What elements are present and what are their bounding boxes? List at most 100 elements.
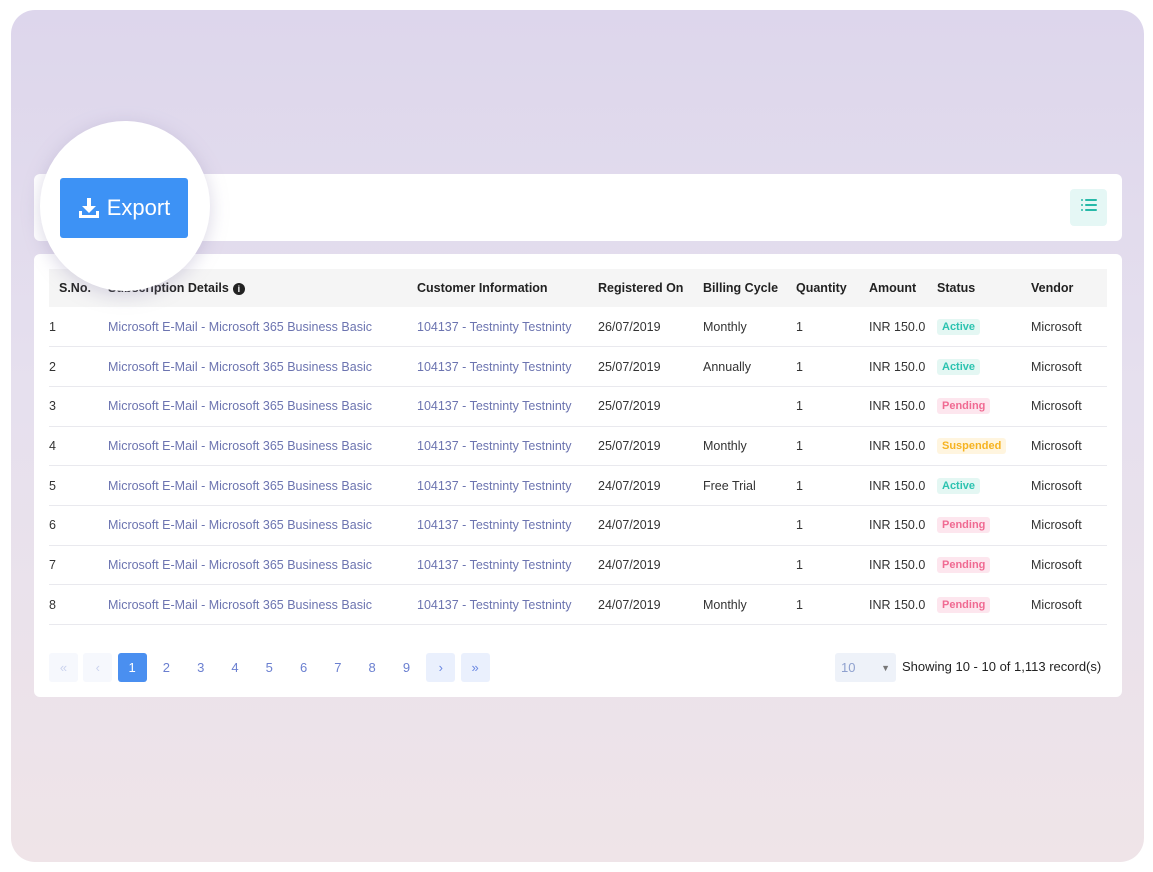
cell-registered-on: 25/07/2019	[598, 386, 703, 426]
cell-amount: INR 150.0	[869, 545, 937, 585]
table-row: 7 Microsoft E-Mail - Microsoft 365 Busine…	[49, 545, 1107, 585]
cell-sno: 3	[49, 386, 99, 426]
cell-customer-link[interactable]: 104137 - Testninty Testninty	[417, 399, 572, 413]
previous-page-button[interactable]: ‹	[83, 653, 113, 682]
table-row: 6 Microsoft E-Mail - Microsoft 365 Busine…	[49, 505, 1107, 546]
page-button-9[interactable]: 9	[392, 653, 421, 682]
cell-quantity: 1	[796, 438, 803, 453]
last-page-button[interactable]: »	[460, 653, 490, 682]
cell-registered-on: 24/07/2019	[598, 597, 661, 612]
page-button-1[interactable]: 1	[117, 653, 147, 682]
cell-customer-link[interactable]: 104137 - Testninty Testninty	[417, 598, 572, 612]
cell-vendor: Microsoft	[1031, 597, 1082, 612]
cell-customer-link[interactable]: 104137 - Testninty Testninty	[417, 439, 572, 453]
table-row: 3 Microsoft E-Mail - Microsoft 365 Busine…	[49, 386, 1107, 427]
cell-subscription-link[interactable]: Microsoft E-Mail - Microsoft 365 Busines…	[108, 558, 372, 572]
cell-vendor: Microsoft	[1031, 319, 1082, 334]
cell-customer: 104137 - Testninty Testninty	[417, 347, 598, 387]
pagination: « ‹ 123456789 › »	[49, 653, 495, 682]
status-badge: Pending	[937, 398, 991, 415]
next-page-button[interactable]: ›	[426, 653, 456, 682]
first-page-button[interactable]: «	[49, 653, 78, 682]
column-header-billing[interactable]: Billing Cycle	[703, 269, 796, 307]
column-header-registered[interactable]: Registered On	[598, 269, 703, 307]
cell-subscription-link[interactable]: Microsoft E-Mail - Microsoft 365 Busines…	[108, 399, 372, 413]
cell-customer-link[interactable]: 104137 - Testninty Testninty	[417, 479, 572, 493]
cell-subscription-link[interactable]: Microsoft E-Mail - Microsoft 365 Busines…	[108, 439, 372, 453]
export-button[interactable]: Export	[60, 178, 188, 238]
cell-customer-link[interactable]: 104137 - Testninty Testninty	[417, 320, 572, 334]
cell-sno: 6	[49, 518, 56, 533]
cell-vendor: Microsoft	[1031, 478, 1082, 493]
page-button-3[interactable]: 3	[186, 653, 215, 682]
cell-subscription-link[interactable]: Microsoft E-Mail - Microsoft 365 Busines…	[108, 479, 372, 493]
cell-quantity: 1	[796, 466, 869, 506]
cell-customer: 104137 - Testninty Testninty	[417, 505, 598, 545]
cell-customer-link[interactable]: 104137 - Testninty Testninty	[417, 518, 572, 532]
cell-registered-on: 24/07/2019	[598, 557, 661, 572]
cell-customer: 104137 - Testninty Testninty	[417, 545, 598, 585]
cell-subscription-link[interactable]: Microsoft E-Mail - Microsoft 365 Busines…	[108, 360, 372, 374]
cell-registered-on: 24/07/2019	[598, 545, 703, 585]
cell-registered-on: 25/07/2019	[598, 438, 661, 453]
cell-status: Pending	[937, 505, 1031, 545]
page-button-6[interactable]: 6	[289, 653, 318, 682]
column-header-quantity[interactable]: Quantity	[796, 269, 869, 307]
page-button-2[interactable]: 2	[152, 653, 181, 682]
cell-subscription-link[interactable]: Microsoft E-Mail - Microsoft 365 Busines…	[108, 598, 372, 612]
cell-sno: 5	[49, 466, 99, 506]
cell-quantity: 1	[796, 518, 803, 533]
info-icon[interactable]: i	[232, 282, 245, 295]
page-button-4[interactable]: 4	[220, 653, 249, 682]
subscriptions-table: S.No. Subscription Details i Customer Inf…	[49, 269, 1107, 625]
page-button-8[interactable]: 8	[358, 653, 387, 682]
cell-billing-cycle: Free Trial	[703, 478, 756, 493]
column-header-status[interactable]: Status	[937, 269, 1031, 307]
cell-vendor: Microsoft	[1031, 347, 1107, 387]
cell-subscription-link[interactable]: Microsoft E-Mail - Microsoft 365 Busines…	[108, 518, 372, 532]
cell-amount: INR 150.0	[869, 399, 926, 414]
download-icon	[78, 198, 99, 218]
page-button-5[interactable]: 5	[255, 653, 284, 682]
cell-amount: INR 150.0	[869, 426, 937, 466]
cell-quantity: 1	[796, 359, 803, 374]
cell-quantity: 1	[796, 386, 869, 426]
cell-sno: 2	[49, 347, 99, 387]
cell-amount: INR 150.0	[869, 597, 926, 612]
column-header-vendor[interactable]: Vendor	[1031, 269, 1107, 307]
table-row: 4 Microsoft E-Mail - Microsoft 365 Busine…	[49, 426, 1107, 466]
list-icon	[1080, 198, 1097, 217]
column-header-customer[interactable]: Customer Information	[417, 269, 598, 307]
cell-quantity: 1	[796, 597, 803, 612]
cell-registered-on: 26/07/2019	[598, 307, 703, 347]
cell-sno: 4	[49, 426, 99, 466]
cell-sno: 4	[49, 438, 56, 453]
cell-subscription: Microsoft E-Mail - Microsoft 365 Busines…	[99, 545, 417, 585]
cell-registered-on: 24/07/2019	[598, 505, 703, 545]
cell-amount: INR 150.0	[869, 438, 926, 453]
cell-sno: 5	[49, 478, 56, 493]
cell-customer-link[interactable]: 104137 - Testninty Testninty	[417, 360, 572, 374]
status-badge: Active	[937, 477, 981, 494]
page-button-7[interactable]: 7	[323, 653, 352, 682]
status-badge: Active	[937, 358, 981, 375]
list-view-toggle-button[interactable]	[1070, 189, 1107, 226]
cell-registered-on: 25/07/2019	[598, 399, 661, 414]
cell-sno: 8	[49, 597, 56, 612]
cell-subscription: Microsoft E-Mail - Microsoft 365 Busines…	[99, 386, 417, 426]
cell-subscription-link[interactable]: Microsoft E-Mail - Microsoft 365 Busines…	[108, 320, 372, 334]
cell-quantity: 1	[796, 426, 869, 466]
cell-vendor: Microsoft	[1031, 585, 1107, 625]
per-page-select[interactable]: 10 ▼	[835, 653, 896, 682]
table-row: 2 Microsoft E-Mail - Microsoft 365 Busine…	[49, 347, 1107, 387]
cell-vendor: Microsoft	[1031, 545, 1107, 585]
column-header-amount[interactable]: Amount	[869, 269, 937, 307]
cell-status: Pending	[937, 585, 1031, 625]
cell-vendor: Microsoft	[1031, 399, 1082, 414]
cell-amount: INR 150.0	[869, 505, 937, 545]
cell-billing-cycle: Monthly	[703, 438, 747, 453]
cell-status: Active	[937, 347, 1031, 387]
cell-customer: 104137 - Testninty Testninty	[417, 466, 598, 506]
cell-customer-link[interactable]: 104137 - Testninty Testninty	[417, 558, 572, 572]
cell-customer: 104137 - Testninty Testninty	[417, 386, 598, 426]
